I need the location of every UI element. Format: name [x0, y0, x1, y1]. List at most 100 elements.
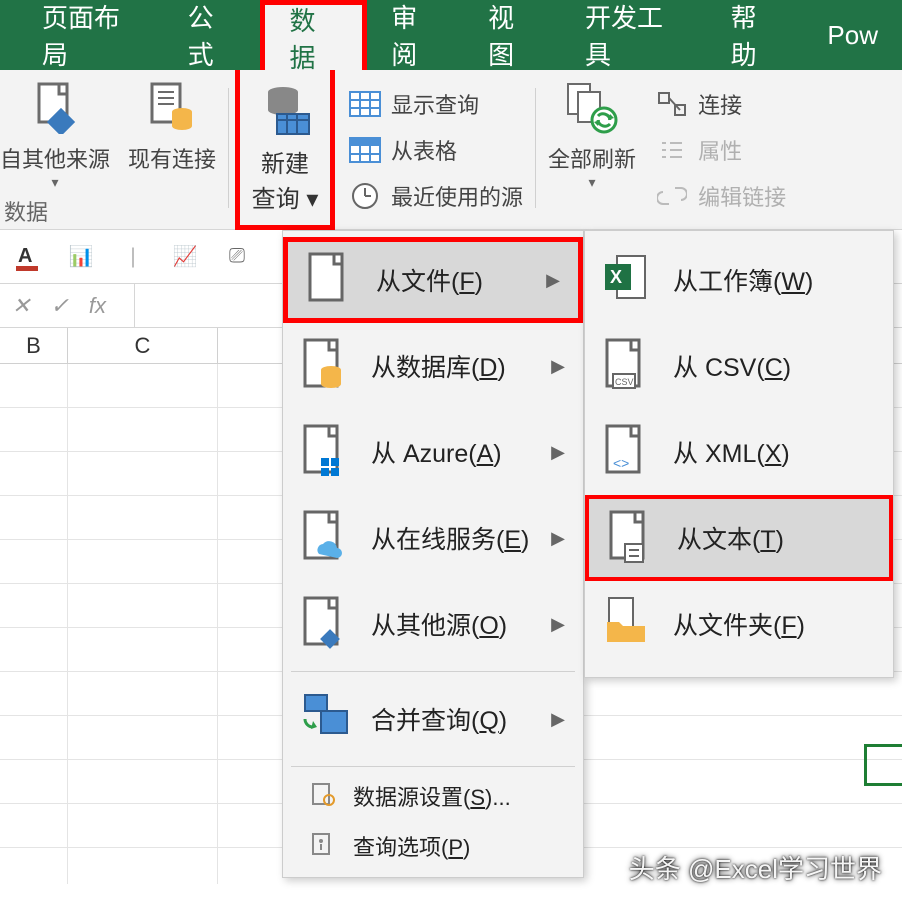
ribbon-separator [228, 88, 229, 208]
new-query-button[interactable]: 新建 查询 ▾ [235, 70, 335, 230]
new-query-label1: 新建 [261, 144, 309, 179]
existing-connections-button[interactable]: 现有连接 [122, 70, 222, 229]
svg-text:A: A [18, 245, 32, 267]
document-db-icon [144, 80, 200, 136]
col-c[interactable]: C [68, 328, 218, 363]
recent-sources-label: 最近使用的源 [391, 180, 523, 212]
from-table-button[interactable]: 从表格 [341, 130, 529, 170]
label: 从在线服务(E) [371, 520, 529, 556]
label: 从工作簿(W) [673, 262, 813, 298]
cell-selection [864, 744, 902, 786]
menu-datasource-settings[interactable]: 数据源设置(S)... [283, 771, 583, 821]
edit-links-button: 编辑链接 [648, 176, 792, 216]
edit-links-label: 编辑链接 [698, 180, 786, 212]
submenu-from-text[interactable]: 从文本(T) [585, 495, 893, 581]
separator [134, 284, 135, 328]
properties-icon [654, 132, 690, 168]
menu-from-other[interactable]: 从其他源(O) ▶ [283, 581, 583, 667]
tab-data[interactable]: 数据 [260, 0, 367, 70]
properties-label: 属性 [698, 134, 742, 166]
database-file-icon [301, 338, 353, 394]
chart-icon[interactable]: 📊 [64, 240, 98, 274]
excel-icon: X [603, 252, 655, 308]
svg-text:X: X [610, 267, 622, 287]
table-icon [347, 132, 383, 168]
ribbon-tabs: 页面布局 公式 数据 审阅 视图 开发工具 帮助 Pow [0, 0, 902, 70]
menu-from-database[interactable]: 从数据库(D) ▶ [283, 323, 583, 409]
tab-view[interactable]: 视图 [464, 0, 561, 70]
tab-page-layout[interactable]: 页面布局 [18, 0, 164, 70]
submenu-from-xml[interactable]: <> 从 XML(X) [585, 409, 893, 495]
gear-icon [311, 782, 339, 810]
label: 从文本(T) [677, 520, 784, 556]
tab-developer[interactable]: 开发工具 [561, 0, 707, 70]
new-query-menu: 从文件(F) ▶ 从数据库(D) ▶ 从 Azure(A) ▶ 从在线服务(E)… [282, 230, 584, 878]
diamond-file-icon [301, 596, 353, 652]
clear-icon[interactable]: ⎚ [220, 240, 254, 274]
label: 从 Azure(A) [371, 434, 502, 470]
tab-formulas[interactable]: 公式 [164, 0, 261, 70]
tab-help[interactable]: 帮助 [707, 0, 804, 70]
xml-icon: <> [603, 424, 655, 480]
from-file-submenu: X 从工作簿(W) CSV 从 CSV(C) <> 从 XML(X) 从文本(T… [584, 230, 894, 678]
show-queries-label: 显示查询 [391, 88, 479, 120]
connections-button[interactable]: 连接 [648, 84, 792, 124]
submenu-arrow-icon: ▶ [551, 614, 565, 635]
refresh-all-label: 全部刷新 [548, 142, 636, 174]
chart-icon[interactable]: 📈 [168, 240, 202, 274]
link-icon [654, 178, 690, 214]
label: 从 CSV(C) [673, 348, 791, 384]
text-file-icon [607, 510, 659, 566]
label: 从 XML(X) [673, 434, 790, 470]
tab-review[interactable]: 审阅 [367, 0, 464, 70]
confirm-icon[interactable]: ✓ [50, 293, 68, 319]
cloud-file-icon [301, 510, 353, 566]
menu-from-azure[interactable]: 从 Azure(A) ▶ [283, 409, 583, 495]
from-table-label: 从表格 [391, 134, 457, 166]
menu-query-options[interactable]: 查询选项(P) [283, 821, 583, 871]
label: 数据源设置(S)... [353, 780, 511, 812]
dropdown-caret-icon: ▾ [589, 174, 596, 191]
font-color-icon[interactable]: A [12, 240, 46, 274]
ribbon: 自其他来源 ▾ 现有连接 新建 查询 ▾ 显示查询 从表格 最近使用的源 [0, 70, 902, 230]
options-icon [311, 832, 339, 860]
cancel-icon[interactable]: ✕ [12, 293, 30, 319]
menu-combine-queries[interactable]: 合并查询(Q) ▶ [283, 676, 583, 762]
submenu-from-folder[interactable]: 从文件夹(F) [585, 581, 893, 667]
existing-connections-label: 现有连接 [128, 142, 216, 174]
refresh-icon [564, 80, 620, 136]
svg-text:<>: <> [613, 455, 629, 471]
refresh-all-button[interactable]: 全部刷新 ▾ [542, 70, 642, 229]
label: 查询选项(P) [353, 830, 470, 862]
show-queries-button[interactable]: 显示查询 [341, 84, 529, 124]
label: 从文件(F) [376, 262, 483, 298]
clock-icon [347, 178, 383, 214]
folder-icon [603, 596, 655, 652]
watermark: 头条 @Excel学习世界 [629, 849, 882, 886]
col-b[interactable]: B [0, 328, 68, 363]
tab-power[interactable]: Pow [803, 0, 902, 70]
submenu-from-workbook[interactable]: X 从工作簿(W) [585, 237, 893, 323]
submenu-arrow-icon: ▶ [551, 442, 565, 463]
menu-from-online[interactable]: 从在线服务(E) ▶ [283, 495, 583, 581]
label: 从其他源(O) [371, 606, 507, 642]
file-icon [306, 252, 358, 308]
recent-sources-button[interactable]: 最近使用的源 [341, 176, 529, 216]
menu-from-file[interactable]: 从文件(F) ▶ [283, 237, 583, 323]
submenu-arrow-icon: ▶ [551, 528, 565, 549]
ribbon-separator [535, 88, 536, 208]
document-diamond-icon [27, 80, 83, 136]
submenu-from-csv[interactable]: CSV 从 CSV(C) [585, 323, 893, 409]
label: 从数据库(D) [371, 348, 506, 384]
menu-separator [291, 766, 575, 767]
connections-icon [654, 86, 690, 122]
csv-icon: CSV [603, 338, 655, 394]
from-other-sources-label: 自其他来源 [0, 142, 110, 174]
submenu-arrow-icon: ▶ [551, 709, 565, 730]
combine-icon [301, 691, 353, 747]
svg-text:CSV: CSV [615, 377, 634, 387]
fx-icon[interactable]: fx [89, 293, 106, 319]
label: 从文件夹(F) [673, 606, 805, 642]
submenu-arrow-icon: ▶ [546, 270, 560, 291]
dropdown-caret-icon: ▾ [51, 174, 58, 191]
